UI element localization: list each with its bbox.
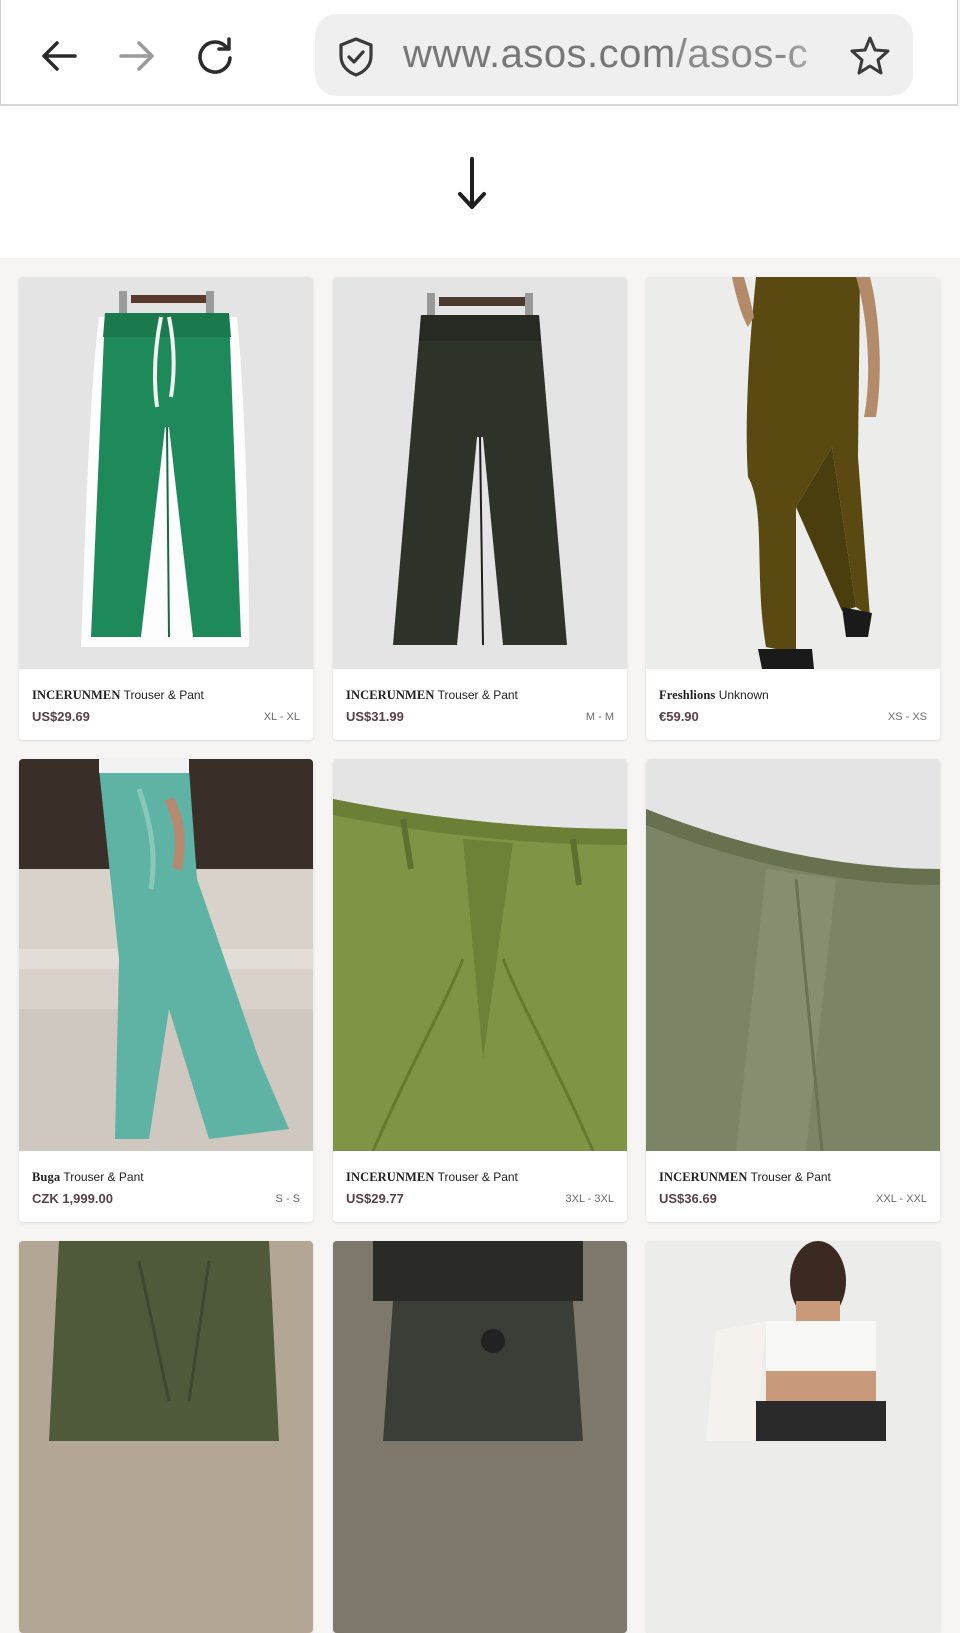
shield-check-icon: [339, 37, 373, 77]
arrow-right-icon: [119, 41, 154, 71]
url-fade: [785, 14, 855, 96]
product-size: XXL - XXL: [876, 1193, 927, 1205]
product-size: XS - XS: [887, 711, 927, 723]
product-image[interactable]: [646, 1241, 940, 1633]
arrow-left-icon: [42, 41, 77, 71]
product-brand: Freshlions: [659, 688, 716, 702]
product-name: INCERUNMEN Trouser & Pant: [346, 1170, 518, 1185]
star-icon[interactable]: [848, 34, 892, 78]
product-name: Freshlions Unknown: [659, 688, 769, 703]
product-brand: INCERUNMEN: [32, 688, 121, 702]
product-price: US$29.77: [346, 1191, 404, 1206]
product-card[interactable]: INCERUNMEN Trouser & Pant US$29.77 3XL -…: [333, 759, 627, 1222]
product-name: INCERUNMEN Trouser & Pant: [32, 688, 204, 703]
forward-button[interactable]: [115, 34, 159, 78]
product-name: Buga Trouser & Pant: [32, 1170, 144, 1185]
product-type: Trouser & Pant: [123, 688, 204, 702]
back-button[interactable]: [37, 34, 81, 78]
product-image[interactable]: [19, 1241, 313, 1633]
product-size: S - S: [275, 1193, 300, 1205]
url-host: www.asos.com: [403, 32, 676, 76]
product-image[interactable]: [333, 1241, 627, 1633]
product-image[interactable]: [19, 759, 313, 1151]
product-info: Buga Trouser & Pant CZK 1,999.00 S - S: [19, 1151, 313, 1222]
product-image[interactable]: [646, 759, 940, 1151]
product-price: CZK 1,999.00: [32, 1191, 113, 1206]
product-card[interactable]: INCERUNMEN Trouser & Pant US$31.99 M - M: [333, 277, 627, 740]
product-image[interactable]: [333, 277, 627, 669]
reload-icon: [198, 37, 232, 74]
product-name: INCERUNMEN Trouser & Pant: [346, 688, 518, 703]
product-type: Trouser & Pant: [437, 688, 518, 702]
product-card[interactable]: INCERUNMEN Trouser & Pant US$36.69 XXL -…: [646, 759, 940, 1222]
product-card[interactable]: [333, 1241, 627, 1633]
product-info: INCERUNMEN Trouser & Pant US$29.69 XL - …: [19, 669, 313, 740]
product-name: INCERUNMEN Trouser & Pant: [659, 1170, 831, 1185]
url-text: www.asos.com/asos-c: [403, 32, 833, 77]
product-card[interactable]: Buga Trouser & Pant CZK 1,999.00 S - S: [19, 759, 313, 1222]
product-brand: INCERUNMEN: [659, 1170, 748, 1184]
product-type: Trouser & Pant: [750, 1170, 831, 1184]
address-bar[interactable]: www.asos.com/asos-c: [315, 14, 913, 96]
product-card[interactable]: [19, 1241, 313, 1633]
product-info: Freshlions Unknown €59.90 XS - XS: [646, 669, 940, 740]
product-info: INCERUNMEN Trouser & Pant US$31.99 M - M: [333, 669, 627, 740]
product-size: XL - XL: [263, 711, 300, 723]
product-info: INCERUNMEN Trouser & Pant US$29.77 3XL -…: [333, 1151, 627, 1222]
browser-toolbar: www.asos.com/asos-c: [0, 0, 958, 106]
product-type: Trouser & Pant: [437, 1170, 518, 1184]
product-card[interactable]: INCERUNMEN Trouser & Pant US$29.69 XL - …: [19, 277, 313, 740]
product-image[interactable]: [333, 759, 627, 1151]
product-brand: INCERUNMEN: [346, 688, 435, 702]
reload-button[interactable]: [193, 34, 237, 78]
product-brand: INCERUNMEN: [346, 1170, 435, 1184]
product-info: INCERUNMEN Trouser & Pant US$36.69 XXL -…: [646, 1151, 940, 1222]
product-card[interactable]: Freshlions Unknown €59.90 XS - XS: [646, 277, 940, 740]
arrow-down-icon: [458, 157, 486, 209]
product-brand: Buga: [32, 1170, 61, 1184]
product-type: Trouser & Pant: [63, 1170, 144, 1184]
product-card[interactable]: [646, 1241, 940, 1633]
product-price: US$31.99: [346, 709, 404, 724]
product-image[interactable]: [19, 277, 313, 669]
product-size: 3XL - 3XL: [565, 1193, 614, 1205]
product-price: €59.90: [659, 709, 699, 724]
product-type: Unknown: [718, 688, 769, 702]
product-price: US$36.69: [659, 1191, 717, 1206]
product-size: M - M: [585, 711, 614, 723]
product-price: US$29.69: [32, 709, 90, 724]
product-image[interactable]: [646, 277, 940, 669]
